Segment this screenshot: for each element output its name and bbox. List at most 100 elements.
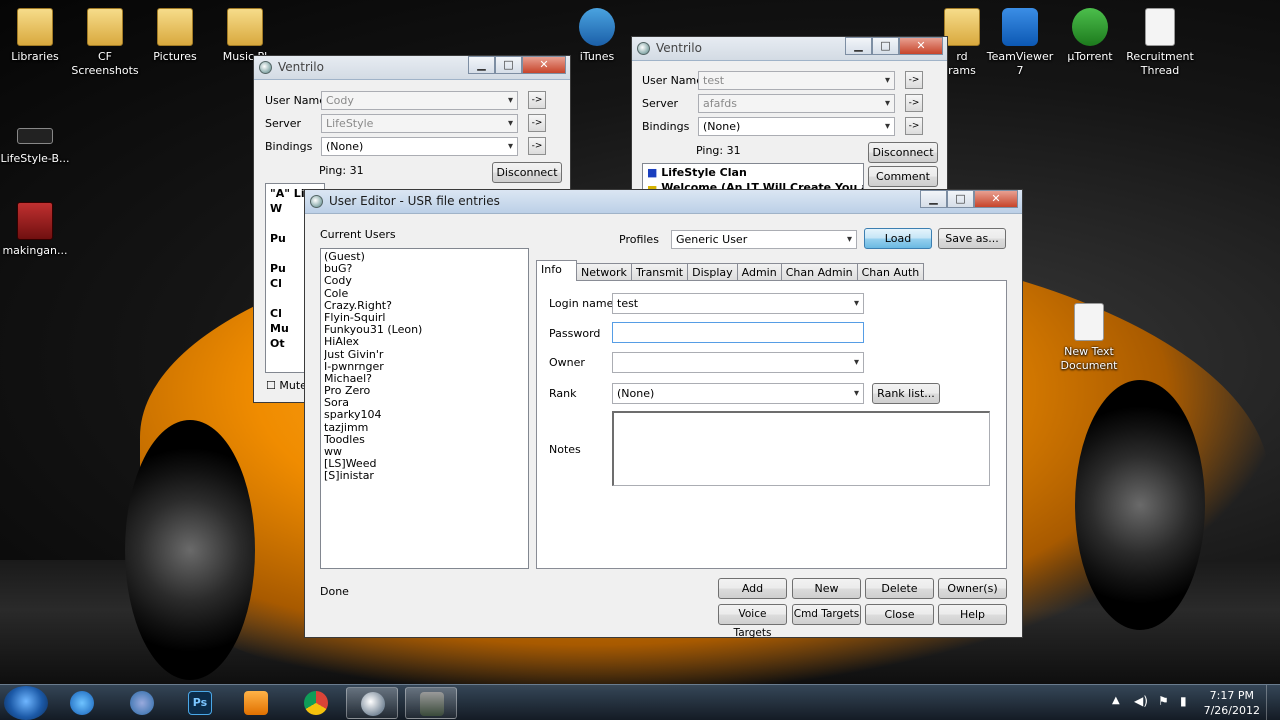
server-label: Server xyxy=(642,97,679,110)
bindings-combo[interactable]: (None) xyxy=(321,137,518,156)
notes-textarea[interactable] xyxy=(612,411,990,486)
minimize-button[interactable]: ▁ xyxy=(468,56,495,74)
add-button[interactable]: Add xyxy=(718,578,787,599)
new-button[interactable]: New xyxy=(792,578,861,599)
list-item[interactable]: tazjimm xyxy=(324,422,525,434)
list-item[interactable]: Pro Zero xyxy=(324,385,525,397)
server-combo[interactable]: LifeStyle xyxy=(321,114,518,133)
tab-transmit[interactable]: Transmit xyxy=(630,263,689,281)
taskbar-media-player[interactable] xyxy=(230,687,282,719)
list-item[interactable]: Cole xyxy=(324,288,525,300)
cmd-targets-button[interactable]: Cmd Targets xyxy=(792,604,861,625)
mute-checkbox[interactable]: ☐ Mute xyxy=(266,379,307,392)
taskbar-photoshop[interactable]: Ps xyxy=(174,687,226,719)
tab-display[interactable]: Display xyxy=(687,263,738,281)
current-users-list[interactable]: (Guest) buG? Cody Cole Crazy.Right? Flyi… xyxy=(320,248,529,569)
login-name-combo[interactable]: test xyxy=(612,293,864,314)
list-item[interactable]: Cody xyxy=(324,275,525,287)
minimize-button[interactable]: ▁ xyxy=(920,190,947,208)
list-item[interactable]: sparky104 xyxy=(324,409,525,421)
title-bar[interactable]: Ventrilo ▁ □ ✕ xyxy=(632,37,947,61)
user-name-arrow-button[interactable]: -> xyxy=(905,71,923,89)
taskbar-chrome[interactable] xyxy=(290,687,342,719)
internet-explorer-icon xyxy=(70,691,94,715)
bindings-combo[interactable]: (None) xyxy=(698,117,895,136)
list-item[interactable]: Toodles xyxy=(324,434,525,446)
server-arrow-button[interactable]: -> xyxy=(528,114,546,132)
chrome-icon xyxy=(304,691,328,715)
taskbar-internet-explorer[interactable] xyxy=(56,687,108,719)
desktop-icon-new-text-document[interactable]: New Text Document xyxy=(1047,303,1131,373)
list-item[interactable]: Just Givin'r xyxy=(324,349,525,361)
owners-button[interactable]: Owner(s) xyxy=(938,578,1007,599)
user-name-combo[interactable]: Cody xyxy=(321,91,518,110)
bindings-arrow-button[interactable]: -> xyxy=(905,117,923,135)
disconnect-button[interactable]: Disconnect xyxy=(492,162,562,183)
bindings-arrow-button[interactable]: -> xyxy=(528,137,546,155)
close-button[interactable]: ✕ xyxy=(974,190,1018,208)
clock[interactable]: 7:17 PM 7/26/2012 xyxy=(1204,688,1260,718)
voice-targets-button[interactable]: Voice Targets xyxy=(718,604,787,639)
list-item[interactable]: HiAlex xyxy=(324,336,525,348)
comment-button[interactable]: Comment xyxy=(868,166,938,187)
tab-chan-admin[interactable]: Chan Admin xyxy=(780,263,858,281)
desktop-icon-makingan[interactable]: makingan... xyxy=(0,202,77,258)
profiles-combo[interactable]: Generic User xyxy=(671,230,857,249)
show-hidden-icons-icon[interactable]: ▲ xyxy=(1112,695,1120,706)
server-arrow-button[interactable]: -> xyxy=(905,94,923,112)
save-as-button[interactable]: Save as... xyxy=(938,228,1006,249)
minimize-button[interactable]: ▁ xyxy=(845,37,872,55)
server-combo[interactable]: afafds xyxy=(698,94,895,113)
desktop-icon-lifestyle[interactable]: LifeStyle-B... xyxy=(0,120,77,166)
mute-label: Mute xyxy=(279,379,307,392)
close-button[interactable]: ✕ xyxy=(899,37,943,55)
list-item[interactable]: (Guest) xyxy=(324,251,525,263)
load-button[interactable]: Load xyxy=(864,228,932,249)
clock-date: 7/26/2012 xyxy=(1203,704,1260,717)
delete-button[interactable]: Delete xyxy=(865,578,934,599)
tab-chan-auth[interactable]: Chan Auth xyxy=(856,263,925,281)
tab-info[interactable]: Info xyxy=(536,260,577,281)
tree-row[interactable]: ■ LifeStyle Clan xyxy=(647,165,863,180)
show-desktop-button[interactable] xyxy=(1266,685,1280,720)
action-center-flag-icon[interactable]: ⚑ xyxy=(1158,694,1169,708)
rank-list-button[interactable]: Rank list... xyxy=(872,383,940,404)
list-item[interactable]: Flyin-Squirl xyxy=(324,312,525,324)
disconnect-button[interactable]: Disconnect xyxy=(868,142,938,163)
list-item[interactable]: Michael? xyxy=(324,373,525,385)
rank-combo[interactable]: (None) xyxy=(612,383,864,404)
title-bar[interactable]: User Editor - USR file entries ▁ □ ✕ xyxy=(305,190,1022,214)
video-file-icon xyxy=(17,202,53,240)
list-item[interactable]: ww xyxy=(324,446,525,458)
list-item[interactable]: buG? xyxy=(324,263,525,275)
taskbar-itunes[interactable] xyxy=(116,687,168,719)
taskbar-ventrilo[interactable] xyxy=(346,687,398,719)
desktop-icon-recruitment-thread[interactable]: Recruitment Thread xyxy=(1118,8,1202,78)
list-item[interactable]: I-pwnrnger xyxy=(324,361,525,373)
title-bar[interactable]: Ventrilo ▁ □ ✕ xyxy=(254,56,570,80)
network-icon[interactable]: ▮ xyxy=(1180,694,1187,708)
list-item[interactable]: Crazy.Right? xyxy=(324,300,525,312)
taskbar-game[interactable] xyxy=(405,687,457,719)
user-name-arrow-button[interactable]: -> xyxy=(528,91,546,109)
start-orb-icon[interactable] xyxy=(4,686,48,720)
close-button[interactable]: ✕ xyxy=(522,56,566,74)
tab-network[interactable]: Network xyxy=(576,263,632,281)
maximize-button[interactable]: □ xyxy=(947,190,974,208)
list-item[interactable]: [S]inistar xyxy=(324,470,525,482)
user-name-combo[interactable]: test xyxy=(698,71,895,90)
bindings-label: Bindings xyxy=(642,120,690,133)
maximize-button[interactable]: □ xyxy=(495,56,522,74)
login-name-label: Login name xyxy=(549,297,614,310)
list-item[interactable]: Sora xyxy=(324,397,525,409)
owner-combo[interactable] xyxy=(612,352,864,373)
close-dialog-button[interactable]: Close xyxy=(865,604,934,625)
volume-icon[interactable]: ◀) xyxy=(1134,694,1148,708)
folder-icon xyxy=(157,8,193,46)
tab-admin[interactable]: Admin xyxy=(736,263,782,281)
list-item[interactable]: [LS]Weed xyxy=(324,458,525,470)
help-button[interactable]: Help xyxy=(938,604,1007,625)
maximize-button[interactable]: □ xyxy=(872,37,899,55)
list-item[interactable]: Funkyou31 (Leon) xyxy=(324,324,525,336)
password-field[interactable] xyxy=(612,322,864,343)
